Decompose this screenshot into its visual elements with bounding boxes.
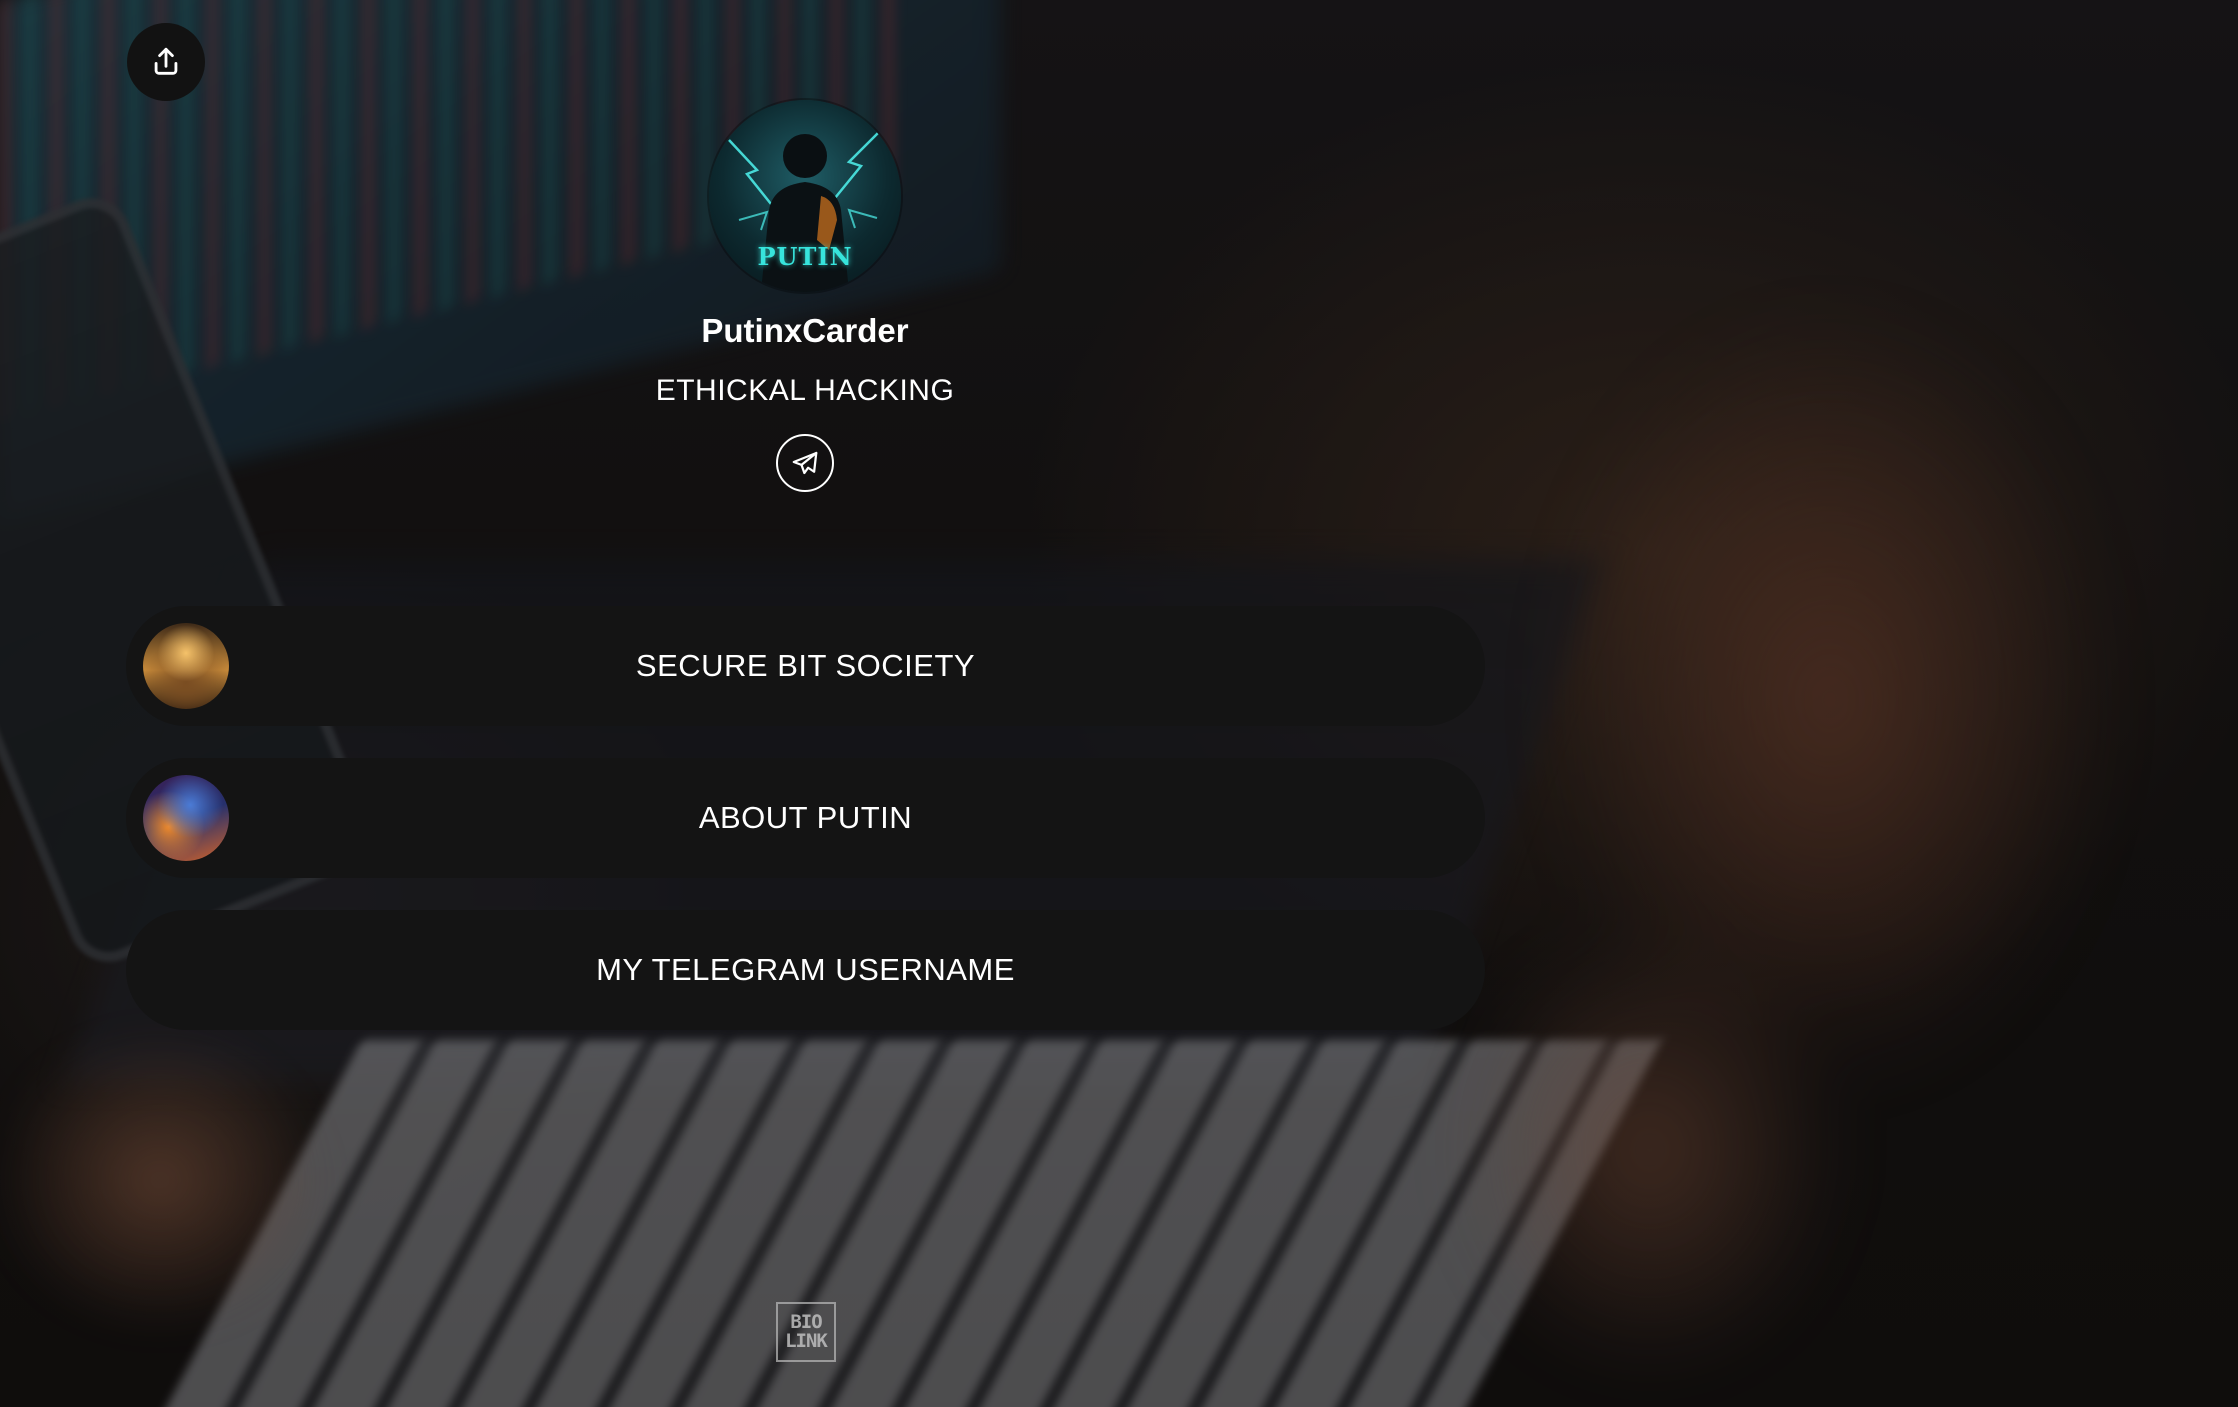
link-button-secure-bit-society[interactable]: SECURE BIT SOCIETY [126, 606, 1485, 726]
share-icon [154, 47, 178, 75]
profile-avatar: PUTIN [709, 100, 901, 292]
avatar-badge-text: PUTIN [757, 242, 853, 271]
profile-name: PutinxCarder [701, 312, 909, 349]
telegram-icon [792, 451, 818, 475]
share-button[interactable] [127, 23, 205, 101]
profile-header: PUTIN PutinxCarder ETHICKAL HACKING [126, 100, 1484, 492]
link-thumbnail [143, 623, 229, 709]
link-button-telegram-username[interactable]: MY TELEGRAM USERNAME [126, 910, 1485, 1030]
telegram-social-button[interactable] [776, 434, 834, 492]
link-label: ABOUT PUTIN [698, 800, 913, 835]
link-list: SECURE BIT SOCIETY ABOUT PUTIN MY TELEGR… [126, 606, 1485, 1062]
biolink-logo[interactable]: BIO LINK [776, 1302, 836, 1362]
link-label: SECURE BIT SOCIETY [635, 648, 976, 683]
link-button-about-putin[interactable]: ABOUT PUTIN [126, 758, 1485, 878]
link-label: MY TELEGRAM USERNAME [596, 952, 1015, 987]
profile-bio: ETHICKAL HACKING [655, 374, 955, 407]
logo-text-line2: LINK [785, 1330, 828, 1352]
link-thumbnail [143, 775, 229, 861]
